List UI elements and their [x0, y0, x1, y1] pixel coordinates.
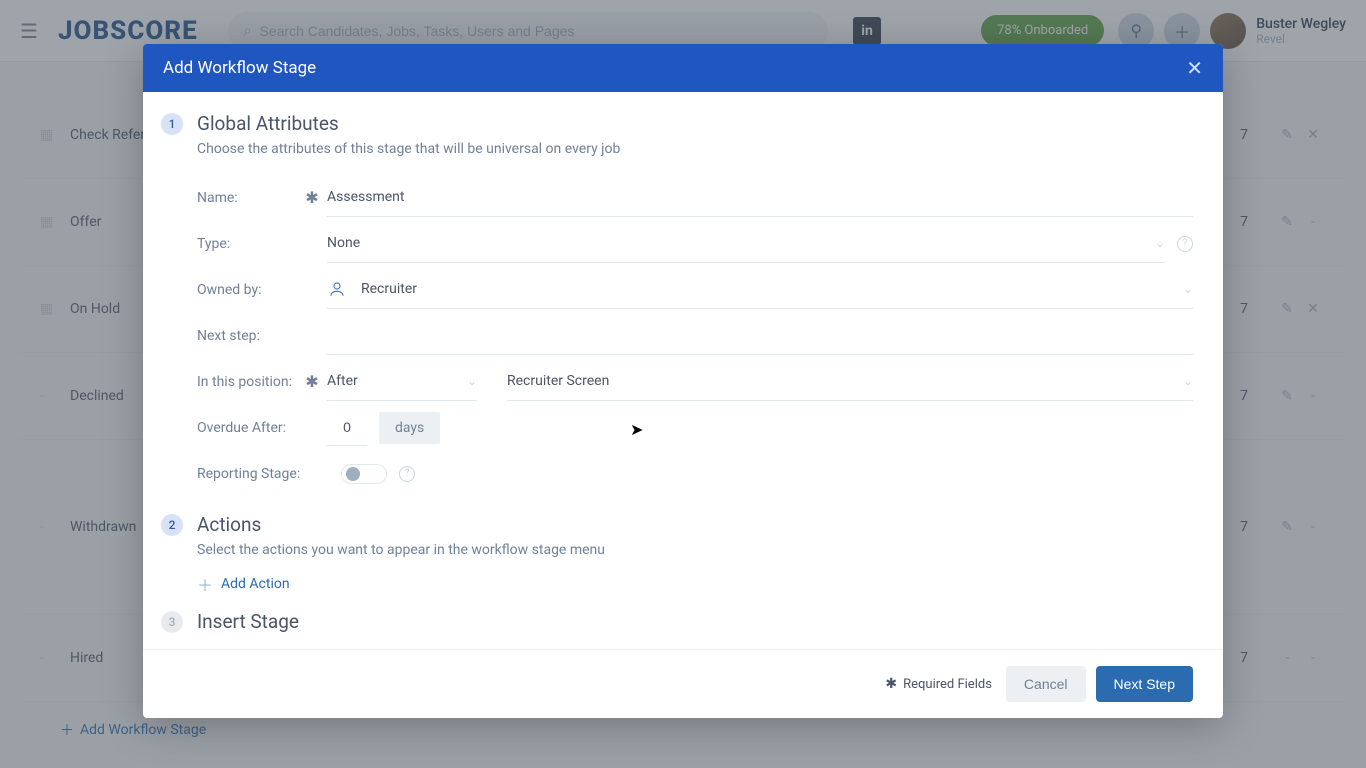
section-global-attributes: 1 Global Attributes: [161, 112, 1193, 135]
step-badge-1: 1: [161, 113, 183, 135]
field-owned-by: Owned by: Recruiter ⌄: [197, 267, 1193, 313]
section-title: Global Attributes: [197, 112, 339, 135]
chevron-down-icon: ⌄: [467, 374, 477, 388]
modal-title: Add Workflow Stage: [163, 58, 316, 78]
field-next-step: Next step:: [197, 313, 1193, 359]
modal-overlay: Add Workflow Stage ✕ 1 Global Attributes…: [0, 0, 1366, 768]
field-label: Reporting Stage:: [197, 466, 317, 482]
position-stage-value: Recruiter Screen: [507, 373, 609, 389]
required-marker: ✱: [303, 372, 321, 391]
field-label: Name:: [197, 190, 303, 206]
chevron-down-icon: ⌄: [1183, 374, 1193, 388]
step-badge-2: 2: [161, 514, 183, 536]
field-label: Type:: [197, 236, 303, 252]
name-input[interactable]: Assessment: [327, 179, 1193, 217]
field-label: Owned by:: [197, 282, 303, 298]
required-fields-note: ✱ Required Fields: [885, 676, 992, 692]
type-value: None: [327, 235, 360, 251]
add-action-label: Add Action: [221, 576, 290, 592]
field-label: Overdue After:: [197, 420, 303, 436]
person-icon: [327, 279, 347, 299]
field-label: In this position:: [197, 374, 303, 390]
next-step-input[interactable]: [327, 317, 1193, 355]
position-rel-value: After: [327, 373, 358, 389]
field-name: Name: ✱ Assessment: [197, 175, 1193, 221]
add-workflow-modal: Add Workflow Stage ✕ 1 Global Attributes…: [143, 44, 1223, 718]
close-icon[interactable]: ✕: [1186, 56, 1203, 80]
cancel-button[interactable]: Cancel: [1006, 666, 1086, 702]
required-marker: ✱: [885, 676, 897, 692]
field-position: In this position: ✱ After ⌄ Recruiter Sc…: [197, 359, 1193, 405]
required-marker: ✱: [303, 188, 321, 207]
chevron-down-icon: ⌄: [1183, 282, 1193, 296]
section-desc: Choose the attributes of this stage that…: [197, 141, 1193, 157]
section-actions: 2 Actions: [161, 513, 1193, 536]
section-title: Insert Stage: [197, 610, 299, 633]
plus-icon: ＋: [197, 576, 213, 592]
field-overdue: Overdue After: days: [197, 405, 1193, 451]
section-title: Actions: [197, 513, 261, 536]
field-reporting-stage: Reporting Stage: ?: [197, 451, 1193, 497]
step-badge-3: 3: [161, 611, 183, 633]
owned-by-select[interactable]: Recruiter ⌄: [327, 271, 1193, 309]
help-icon[interactable]: ?: [1177, 236, 1193, 252]
chevron-down-icon: ⌄: [1155, 236, 1165, 250]
section-insert-stage: 3 Insert Stage: [161, 610, 1193, 633]
field-label: Next step:: [197, 328, 303, 344]
next-step-button[interactable]: Next Step: [1096, 666, 1193, 702]
owned-value: Recruiter: [361, 281, 417, 297]
modal-body: 1 Global Attributes Choose the attribute…: [143, 92, 1223, 649]
add-action-button[interactable]: ＋ Add Action: [197, 576, 1193, 592]
overdue-days-input[interactable]: [327, 410, 367, 446]
position-relation-select[interactable]: After ⌄: [327, 363, 477, 401]
position-stage-select[interactable]: Recruiter Screen ⌄: [507, 363, 1193, 401]
overdue-unit: days: [379, 412, 440, 444]
name-value: Assessment: [327, 189, 404, 205]
modal-header: Add Workflow Stage ✕: [143, 44, 1223, 92]
field-type: Type: None ⌄ ?: [197, 221, 1193, 267]
modal-footer: ✱ Required Fields Cancel Next Step: [143, 649, 1223, 718]
section-desc: Select the actions you want to appear in…: [197, 542, 1193, 558]
type-select[interactable]: None ⌄: [327, 225, 1165, 263]
reporting-stage-toggle[interactable]: [341, 464, 387, 484]
help-icon[interactable]: ?: [399, 466, 415, 482]
toggle-knob: [346, 467, 360, 481]
